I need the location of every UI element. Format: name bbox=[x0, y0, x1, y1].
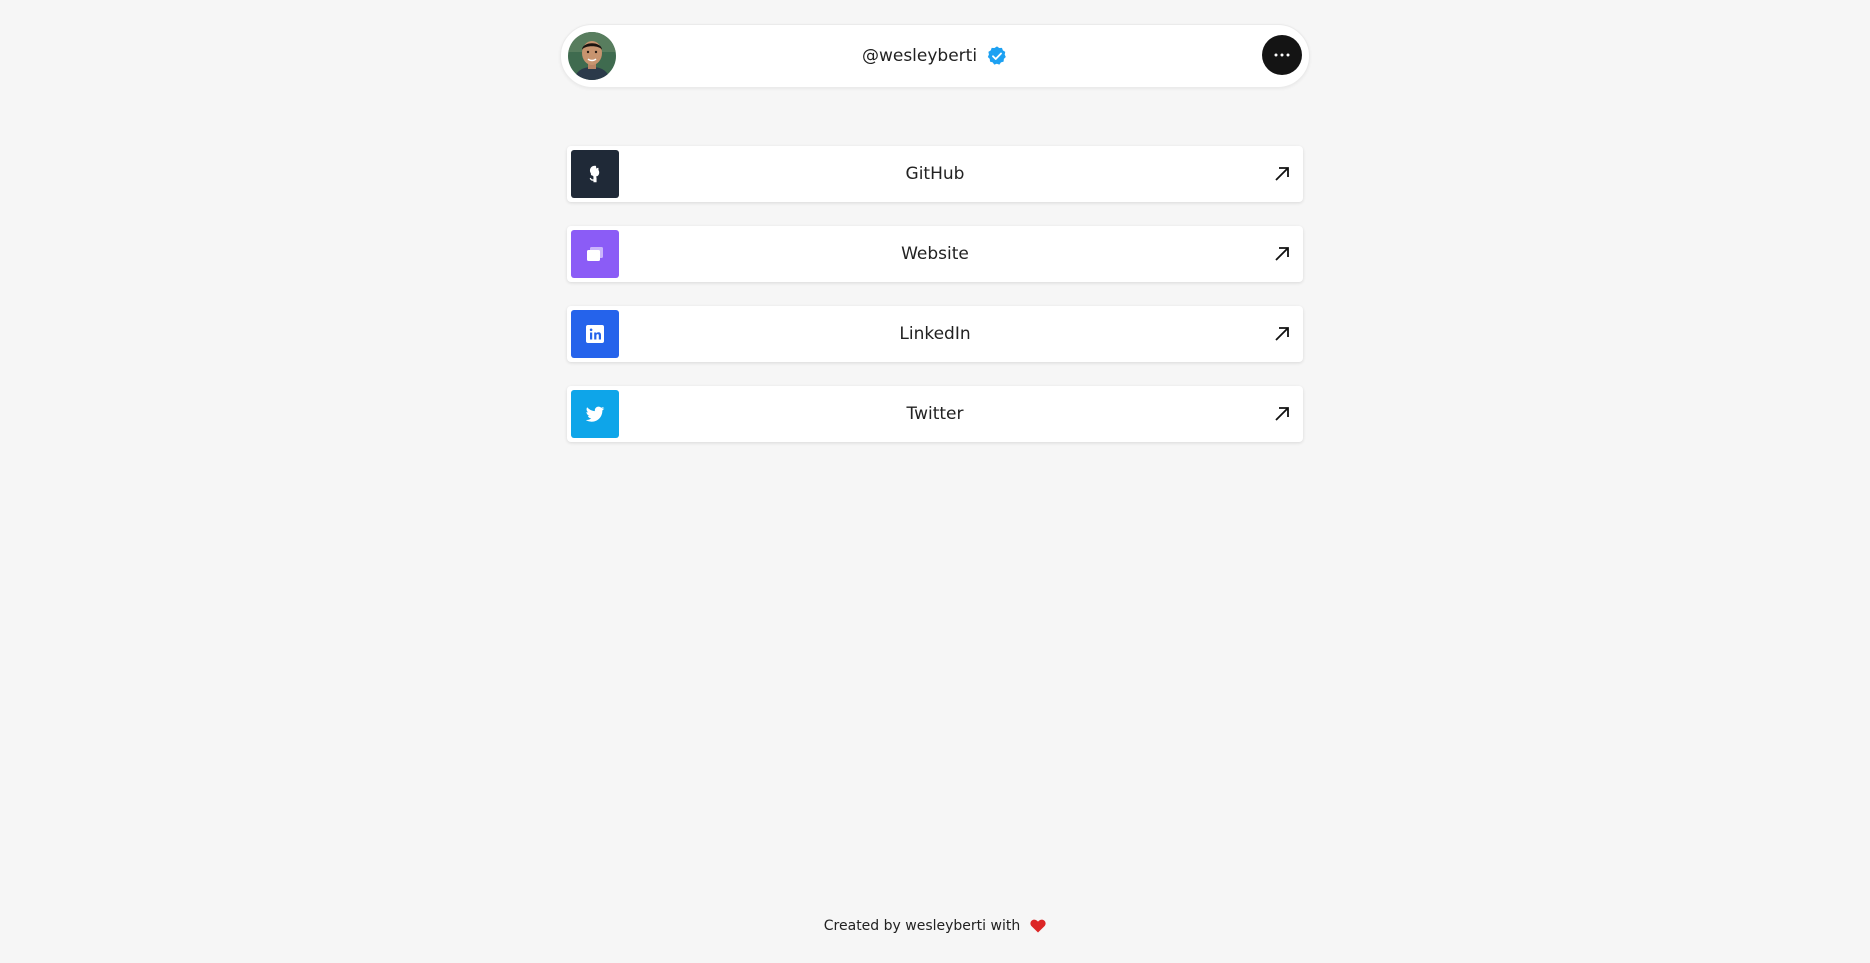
link-label: Website bbox=[901, 244, 969, 264]
arrow-up-right-icon bbox=[1275, 407, 1289, 421]
link-twitter[interactable]: Twitter bbox=[567, 386, 1303, 442]
arrow-up-right-icon bbox=[1275, 167, 1289, 181]
heart-icon bbox=[1030, 919, 1046, 933]
profile-handle-row: @wesleyberti bbox=[561, 25, 1309, 87]
page: @wesleyberti GitHub Website LinkedIn Twi… bbox=[0, 0, 1870, 963]
more-horizontal-icon bbox=[1274, 53, 1290, 57]
link-website[interactable]: Website bbox=[567, 226, 1303, 282]
footer-text: Created by wesleyberti with bbox=[823, 918, 1021, 934]
link-label: GitHub bbox=[905, 164, 965, 184]
link-linkedin[interactable]: LinkedIn bbox=[567, 306, 1303, 362]
link-label: Twitter bbox=[906, 404, 964, 424]
profile-handle: @wesleyberti bbox=[861, 46, 978, 66]
link-github[interactable]: GitHub bbox=[567, 146, 1303, 202]
footer: Created by wesleyberti with bbox=[0, 918, 1870, 934]
verified-badge-icon bbox=[987, 46, 1006, 65]
arrow-up-right-icon bbox=[1275, 247, 1289, 261]
profile-header: @wesleyberti bbox=[560, 24, 1310, 88]
more-options-button[interactable] bbox=[1262, 35, 1302, 75]
link-list: GitHub Website LinkedIn Twitter bbox=[567, 146, 1303, 466]
arrow-up-right-icon bbox=[1275, 327, 1289, 341]
link-label: LinkedIn bbox=[899, 324, 971, 344]
